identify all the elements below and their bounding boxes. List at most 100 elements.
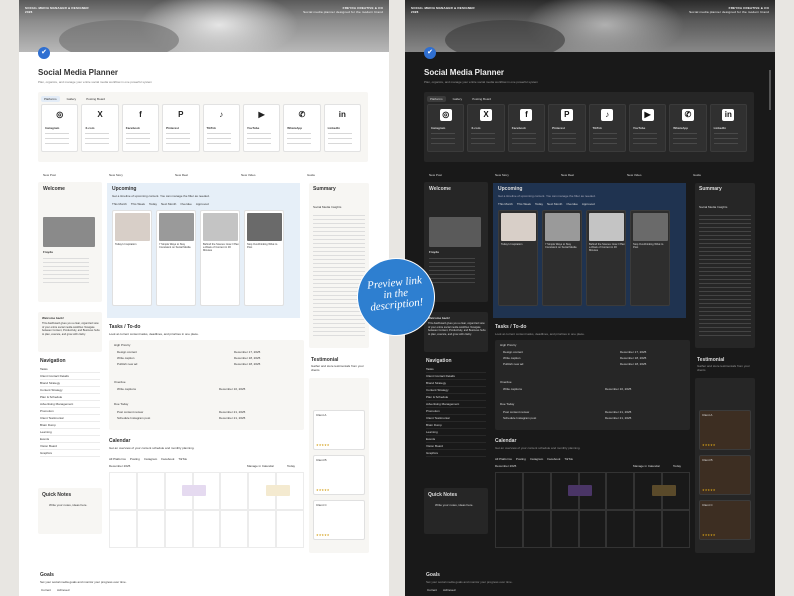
new-reel-button[interactable]: New Reel xyxy=(173,172,239,178)
task-item[interactable]: Schedule Instagram post xyxy=(117,416,150,420)
social-card-linkedin[interactable]: in LinkedIn xyxy=(323,104,361,152)
social-card-tiktok[interactable]: ♪ TikTok xyxy=(202,104,240,152)
social-card-whatsapp[interactable]: ✆ WhatsApp xyxy=(283,104,321,152)
nav-item[interactable]: Graphics xyxy=(40,450,100,457)
social-card-facebook[interactable]: f Facebook xyxy=(507,104,546,152)
upcoming-card[interactable]: 7 Simple Ways to Stay Consistent on Soci… xyxy=(542,210,582,306)
scrollbar[interactable] xyxy=(769,70,771,110)
task-item[interactable]: Write caption xyxy=(117,356,134,360)
tab-gallery[interactable]: Gallery xyxy=(64,96,80,102)
task-item[interactable]: Write caption xyxy=(503,356,520,360)
nav-item[interactable]: Brand Strategy xyxy=(426,380,486,387)
social-card-youtube[interactable]: ▶ YouTube xyxy=(628,104,667,152)
social-card-facebook[interactable]: f Facebook xyxy=(121,104,160,152)
upcoming-card[interactable]: Behind the Scenes: How I Plan a Week of … xyxy=(586,210,626,306)
testimonial-card[interactable]: Client C ★★★★★ xyxy=(699,500,751,540)
tab-all-platforms[interactable]: All Platforms xyxy=(109,457,126,461)
social-card-instagram[interactable]: ◎ Instagram xyxy=(41,104,79,152)
nav-item[interactable]: Content Strategy xyxy=(40,387,100,394)
testimonial-card[interactable]: Client B ★★★★★ xyxy=(699,455,751,495)
testimonial-card[interactable]: Client C ★★★★★ xyxy=(313,500,365,540)
social-card-youtube[interactable]: ▶ YouTube xyxy=(242,104,281,152)
calendar-grid[interactable] xyxy=(109,472,304,548)
tab-overdue[interactable]: Overdue xyxy=(180,202,192,206)
calendar-event[interactable] xyxy=(266,485,290,496)
social-card-x[interactable]: X X.com xyxy=(467,104,505,152)
upcoming-card[interactable]: Stop Overthinking What to Post xyxy=(244,210,284,306)
upcoming-card[interactable]: Stop Overthinking What to Post xyxy=(630,210,670,306)
today-button[interactable]: Today xyxy=(287,464,295,468)
nav-item[interactable]: Promotion xyxy=(426,408,486,415)
nav-item[interactable]: Client Testimonial xyxy=(40,415,100,422)
tab-this-month[interactable]: This Month xyxy=(112,202,127,206)
task-item[interactable]: Post content review xyxy=(503,410,529,414)
social-card-instagram[interactable]: ◎ Instagram xyxy=(427,104,465,152)
nav-item[interactable]: Promotion xyxy=(40,408,100,415)
tab-posting-board[interactable]: Posting Board xyxy=(83,96,108,102)
tab-achieved[interactable]: Achieved xyxy=(57,588,69,592)
new-video-button[interactable]: New Video xyxy=(239,172,305,178)
social-card-whatsapp[interactable]: ✆ WhatsApp xyxy=(669,104,707,152)
today-button[interactable]: Today xyxy=(673,464,681,468)
upcoming-card[interactable]: Today's Inspiration xyxy=(112,210,152,306)
tab-gallery[interactable]: Gallery xyxy=(450,96,466,102)
nav-item[interactable]: Advertising Management xyxy=(426,401,486,408)
manage-in-calendar-button[interactable]: Manage in Calendar xyxy=(247,464,274,468)
social-card-pinterest[interactable]: P Pinterest xyxy=(162,104,200,152)
tab-this-week[interactable]: This Week xyxy=(131,202,145,206)
manage-in-calendar-button[interactable]: Manage in Calendar xyxy=(633,464,660,468)
calendar-event[interactable] xyxy=(182,485,206,496)
new-post-button[interactable]: New Post xyxy=(427,172,493,178)
calendar-event[interactable] xyxy=(568,485,592,496)
nav-item[interactable]: Client Contact Details xyxy=(426,373,486,380)
task-item[interactable]: Design content xyxy=(117,350,137,354)
upcoming-card[interactable]: Behind the Scenes: How I Plan a Week of … xyxy=(200,210,240,306)
guide-button[interactable]: Guide xyxy=(305,172,371,178)
social-card-pinterest[interactable]: P Pinterest xyxy=(548,104,586,152)
tab-posting-board[interactable]: Posting Board xyxy=(469,96,494,102)
social-card-linkedin[interactable]: in LinkedIn xyxy=(709,104,747,152)
social-card-x[interactable]: X X.com xyxy=(81,104,119,152)
nav-item[interactable]: Client Contact Details xyxy=(40,373,100,380)
testimonial-card[interactable]: Client A ★★★★★ xyxy=(699,410,751,450)
new-story-button[interactable]: New Story xyxy=(493,172,559,178)
nav-item[interactable]: Advertising Management xyxy=(40,401,100,408)
testimonial-card[interactable]: Client B ★★★★★ xyxy=(313,455,365,495)
calendar-event[interactable] xyxy=(652,485,676,496)
new-post-button[interactable]: New Post xyxy=(41,172,107,178)
tab-next-month[interactable]: Next Month xyxy=(161,202,176,206)
social-card-tiktok[interactable]: ♪ TikTok xyxy=(588,104,626,152)
new-story-button[interactable]: New Story xyxy=(107,172,173,178)
tab-approved[interactable]: Approved xyxy=(196,202,209,206)
task-item[interactable]: Write captions xyxy=(503,387,522,391)
tab-today[interactable]: Today xyxy=(149,202,157,206)
nav-item[interactable]: Content Strategy xyxy=(426,387,486,394)
task-item[interactable]: Post content review xyxy=(117,410,143,414)
nav-item[interactable]: Vision Board xyxy=(426,443,486,450)
task-item[interactable]: Publish new ad xyxy=(117,362,137,366)
quick-notes-text[interactable]: Write your notes, ideas here. xyxy=(49,503,94,507)
upcoming-card[interactable]: Today's Inspiration xyxy=(498,210,538,306)
tab-current[interactable]: Current xyxy=(41,588,51,592)
testimonial-card[interactable]: Client A ★★★★★ xyxy=(313,410,365,450)
task-item[interactable]: Design content xyxy=(503,350,523,354)
nav-item[interactable]: Brain Dump xyxy=(426,422,486,429)
nav-item[interactable]: Learning xyxy=(426,429,486,436)
nav-item[interactable]: Brand Strategy xyxy=(40,380,100,387)
nav-item[interactable]: Plan & Schedule xyxy=(426,394,486,401)
new-video-button[interactable]: New Video xyxy=(625,172,691,178)
nav-item[interactable]: Events xyxy=(426,436,486,443)
nav-item[interactable]: Brain Dump xyxy=(40,422,100,429)
nav-item[interactable]: Plan & Schedule xyxy=(40,394,100,401)
upcoming-card[interactable]: 7 Simple Ways to Stay Consistent on Soci… xyxy=(156,210,196,306)
nav-item[interactable]: Tasks xyxy=(426,366,486,373)
guide-button[interactable]: Guide xyxy=(691,172,757,178)
nav-item[interactable]: Vision Board xyxy=(40,443,100,450)
tab-platforms[interactable]: Platforms xyxy=(427,96,446,102)
nav-item[interactable]: Client Testimonial xyxy=(426,415,486,422)
calendar-grid[interactable] xyxy=(495,472,690,548)
task-item[interactable]: Write captions xyxy=(117,387,136,391)
nav-item[interactable]: Tasks xyxy=(40,366,100,373)
nav-item[interactable]: Graphics xyxy=(426,450,486,457)
tab-platforms[interactable]: Platforms xyxy=(41,96,60,102)
